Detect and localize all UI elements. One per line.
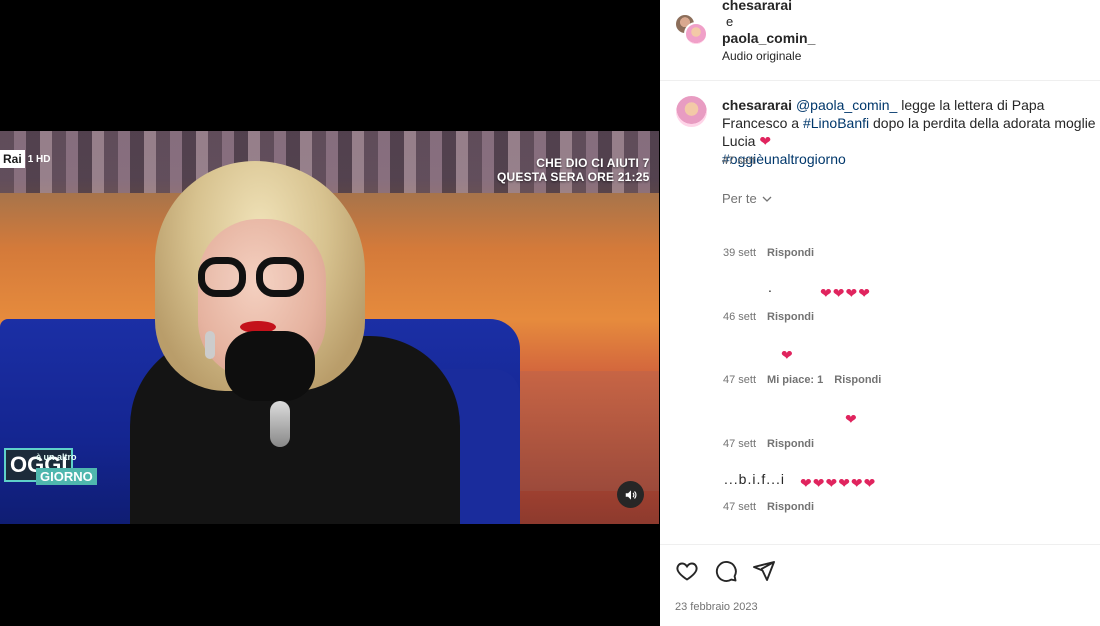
comment-text: ❤ — [781, 347, 794, 363]
comment-prefix: . — [768, 279, 772, 295]
reply-button[interactable]: Rispondi — [767, 438, 814, 450]
avatar[interactable] — [684, 22, 708, 46]
post-date: 23 febbraio 2023 — [675, 601, 758, 613]
channel-suffix: 1 HD — [27, 153, 51, 165]
comment-meta: 47 sett Rispondi — [723, 438, 814, 450]
presenter — [130, 161, 460, 524]
comment-meta: 47 sett Rispondi — [723, 501, 814, 513]
caption-hashtag-2[interactable]: #oggièunaltrogiorno — [722, 150, 1096, 168]
audio-label[interactable]: Audio originale — [722, 49, 801, 63]
avatar[interactable] — [676, 96, 707, 127]
post-panel: chesararai e paola_comin_ Audio original… — [660, 0, 1100, 626]
post-caption: chesararai @paola_comin_ legge la letter… — [722, 96, 1096, 168]
necklace — [270, 401, 290, 447]
glasses-lens-left — [198, 257, 246, 297]
comment-filter[interactable]: Per te — [722, 191, 773, 206]
promo-line-2: QUESTA SERA ORE 21:25 — [497, 170, 650, 184]
collar — [225, 331, 315, 401]
show-logo-bottom: GIORNO — [36, 468, 97, 485]
comment-time: 47 sett — [723, 438, 757, 450]
show-logo: OGGI è un altro GIORNO — [0, 448, 97, 496]
heart-icon[interactable] — [675, 559, 699, 583]
comment-likes[interactable]: Mi piace: 1 — [767, 374, 823, 386]
show-logo-small: è un altro — [36, 452, 77, 462]
mute-button[interactable] — [617, 481, 644, 508]
caption-hashtag-1[interactable]: #LinoBanfi — [803, 115, 869, 131]
glasses — [198, 257, 306, 297]
post-header: chesararai e paola_comin_ Audio original… — [660, 0, 1100, 81]
header-username-2[interactable]: paola_comin_ — [722, 30, 815, 46]
reply-button[interactable]: Rispondi — [767, 501, 814, 513]
comment-meta: 47 sett Mi piace: 1 Rispondi — [723, 374, 881, 386]
caption-mention[interactable]: @paola_comin_ — [796, 97, 897, 113]
caption-username[interactable]: chesararai — [722, 97, 792, 113]
promo-line-1: CHE DIO CI AIUTI 7 — [536, 156, 650, 170]
comment-time: 39 sett — [723, 247, 757, 259]
share-icon[interactable] — [752, 559, 776, 583]
heart-emoji: ❤ — [759, 133, 772, 149]
reply-button[interactable]: Rispondi — [834, 374, 881, 386]
comment-meta: 39 sett Rispondi — [723, 247, 814, 259]
filter-label: Per te — [722, 191, 757, 206]
comment-time: 47 sett — [723, 501, 757, 513]
promo-banner: CHE DIO CI AIUTI 7 QUESTA SERA ORE 21:25 — [497, 156, 649, 184]
earring — [205, 331, 215, 359]
post-actions: 23 febbraio 2023 — [660, 544, 1100, 626]
media-pane: Rai 1 HD CHE DIO CI AIUTI 7 QUESTA SERA … — [0, 0, 660, 626]
caption-time: 47 sett — [722, 155, 756, 167]
chevron-down-icon — [762, 196, 772, 202]
reply-button[interactable]: Rispondi — [767, 311, 814, 323]
comment-text: ❤❤❤❤ — [820, 285, 871, 301]
comment-prefix: ...b.i.f...i — [724, 471, 786, 487]
reply-button[interactable]: Rispondi — [767, 247, 814, 259]
speaker-icon — [625, 489, 636, 500]
glasses-lens-right — [256, 257, 304, 297]
header-username-1[interactable]: chesararai — [722, 0, 792, 13]
video-player[interactable]: Rai 1 HD CHE DIO CI AIUTI 7 QUESTA SERA … — [0, 131, 659, 524]
comment-text: ❤❤❤❤❤❤ — [800, 475, 877, 491]
header-conjunction: e — [726, 14, 734, 29]
comment-meta: 46 sett Rispondi — [723, 311, 814, 323]
channel-name: Rai — [0, 150, 25, 168]
comment-text: ❤ — [845, 411, 858, 427]
comment-time: 47 sett — [723, 374, 757, 386]
comment-time: 46 sett — [723, 311, 757, 323]
comment-icon[interactable] — [714, 559, 738, 583]
channel-logo: Rai 1 HD — [0, 150, 50, 168]
